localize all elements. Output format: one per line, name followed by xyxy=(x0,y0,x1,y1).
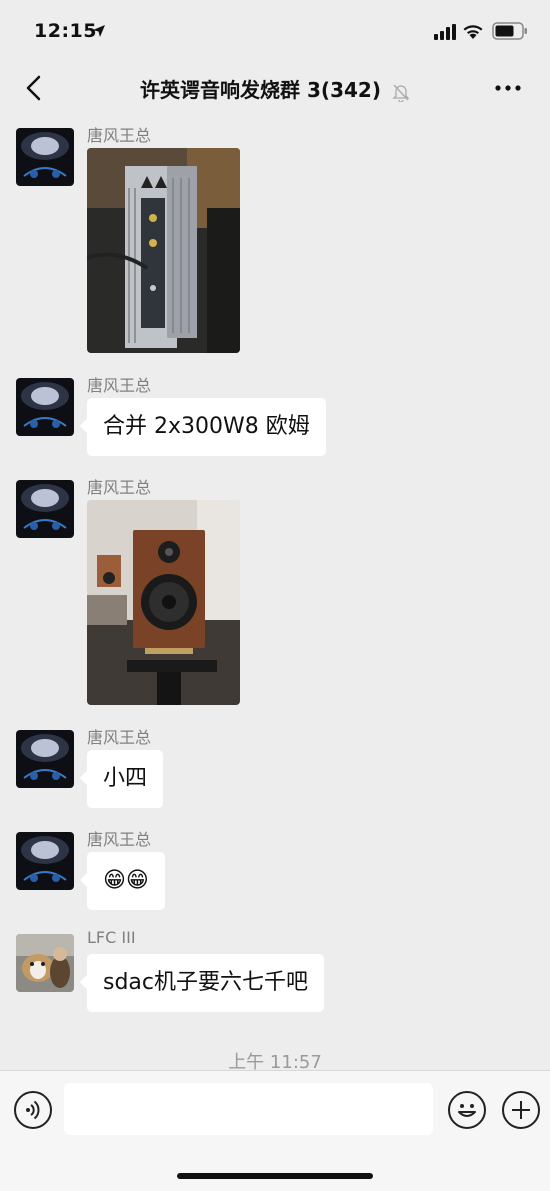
more-options-icon[interactable] xyxy=(494,78,522,98)
message-bubble[interactable]: 小四 xyxy=(79,750,164,808)
chat-title-text: 许英谔音响发烧群 3(342) xyxy=(140,78,381,102)
home-indicator[interactable] xyxy=(177,1173,373,1179)
sender-avatar[interactable] xyxy=(16,730,74,788)
sender-name: LFC III xyxy=(87,928,136,947)
sender-avatar[interactable] xyxy=(16,128,74,186)
emoji-button[interactable] xyxy=(448,1091,486,1129)
chat-title: 许英谔音响发烧群 3(342) xyxy=(0,74,550,103)
amplifier-board-photo[interactable] xyxy=(87,148,240,353)
sender-avatar[interactable] xyxy=(16,378,74,436)
sender-name: 唐风王总 xyxy=(87,830,152,849)
sender-name: 唐风王总 xyxy=(87,728,152,747)
status-bar: 12:15 xyxy=(0,0,550,64)
location-arrow-icon xyxy=(93,25,105,37)
sender-name: 唐风王总 xyxy=(87,126,152,145)
status-time: 12:15 xyxy=(34,20,97,42)
message-bubble[interactable]: 😁😁 xyxy=(80,852,165,910)
voice-input-button[interactable] xyxy=(14,1091,52,1129)
message-bubble[interactable]: sdac机子要六七千吧 xyxy=(79,954,325,1012)
sender-avatar-dog[interactable] xyxy=(16,934,74,992)
message-input[interactable] xyxy=(64,1083,433,1135)
bookshelf-speaker-photo[interactable] xyxy=(87,500,240,705)
battery-icon xyxy=(492,22,527,40)
more-actions-button[interactable] xyxy=(502,1091,540,1129)
plus-icon xyxy=(512,1101,530,1119)
sender-name: 唐风王总 xyxy=(87,376,152,395)
sender-avatar[interactable] xyxy=(16,832,74,890)
nav-bar: 许英谔音响发烧群 3(342) xyxy=(0,64,550,114)
cellular-signal-icon xyxy=(434,24,456,40)
smiley-icon xyxy=(458,1104,476,1117)
sender-name: 唐风王总 xyxy=(87,478,152,497)
input-bar xyxy=(0,1070,550,1191)
sender-avatar[interactable] xyxy=(16,480,74,538)
message-bubble[interactable]: 合并 2x300W8 欧姆 xyxy=(80,398,326,456)
wifi-icon xyxy=(463,25,483,39)
mute-bell-icon xyxy=(392,84,410,102)
voice-icon xyxy=(26,1100,40,1120)
